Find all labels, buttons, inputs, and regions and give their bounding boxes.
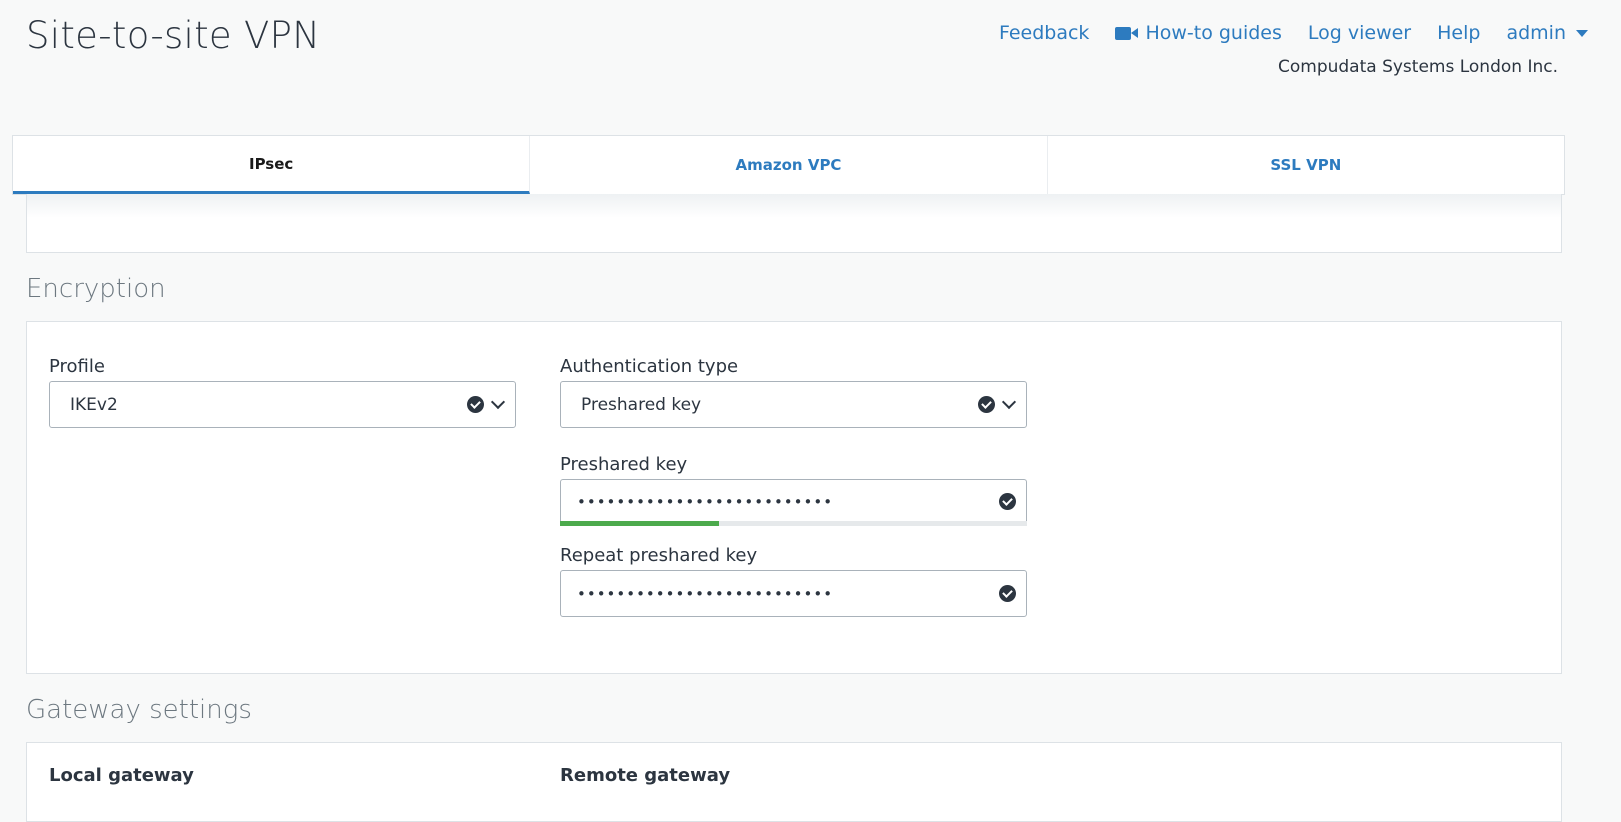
help-link[interactable]: Help (1437, 22, 1480, 44)
check-circle-icon (999, 585, 1016, 602)
encryption-section-title: Encryption (26, 274, 166, 304)
profile-label: Profile (49, 356, 105, 377)
admin-label: admin (1506, 22, 1566, 44)
preshared-key-label: Preshared key (560, 454, 688, 475)
admin-menu[interactable]: admin (1506, 22, 1588, 44)
auth-type-select[interactable]: Preshared key (560, 381, 1027, 428)
how-to-guides-label: How-to guides (1145, 22, 1282, 44)
check-circle-icon (978, 396, 995, 413)
password-strength-fill (560, 521, 719, 526)
help-label: Help (1437, 22, 1481, 44)
chevron-down-icon (490, 394, 506, 410)
preshared-key-input[interactable]: •••••••••••••••••••••••••• (560, 479, 1027, 523)
auth-type-label: Authentication type (560, 356, 739, 377)
gateway-panel (26, 742, 1562, 822)
password-strength-meter (560, 521, 1027, 526)
check-circle-icon (467, 396, 484, 413)
repeat-key-label: Repeat preshared key (560, 545, 758, 566)
video-camera-icon (1115, 26, 1139, 40)
page-title: Site-to-site VPN (26, 14, 321, 57)
local-gateway-label: Local gateway (49, 765, 194, 786)
how-to-guides-link[interactable]: How-to guides (1115, 22, 1282, 44)
remote-gateway-label: Remote gateway (560, 765, 731, 786)
profile-select[interactable]: IKEv2 (49, 381, 516, 428)
caret-down-icon (1576, 29, 1588, 37)
tab-ssl-vpn[interactable]: SSL VPN (1048, 136, 1564, 194)
preshared-key-value: •••••••••••••••••••••••••• (577, 492, 834, 511)
tab-amazon-vpc[interactable]: Amazon VPC (530, 136, 1048, 194)
log-viewer-label: Log viewer (1307, 22, 1412, 44)
repeat-key-input[interactable]: •••••••••••••••••••••••••• (560, 570, 1027, 617)
tab-content-panel (26, 194, 1562, 253)
auth-type-value: Preshared key (581, 394, 702, 415)
tab-ipsec[interactable]: IPsec (13, 136, 531, 194)
top-links: Feedback How-to guides Log viewer Help a… (999, 22, 1588, 44)
company-name: Compudata Systems London Inc. (1277, 57, 1558, 77)
vpn-tabs: IPsec Amazon VPC SSL VPN (12, 135, 1565, 195)
feedback-link[interactable]: Feedback (999, 22, 1089, 44)
feedback-label: Feedback (998, 22, 1090, 44)
profile-value: IKEv2 (70, 394, 118, 415)
chevron-down-icon (1001, 394, 1017, 410)
log-viewer-link[interactable]: Log viewer (1308, 22, 1411, 44)
gateway-section-title: Gateway settings (26, 695, 252, 725)
repeat-key-value: •••••••••••••••••••••••••• (577, 584, 834, 603)
check-circle-icon (999, 493, 1016, 510)
